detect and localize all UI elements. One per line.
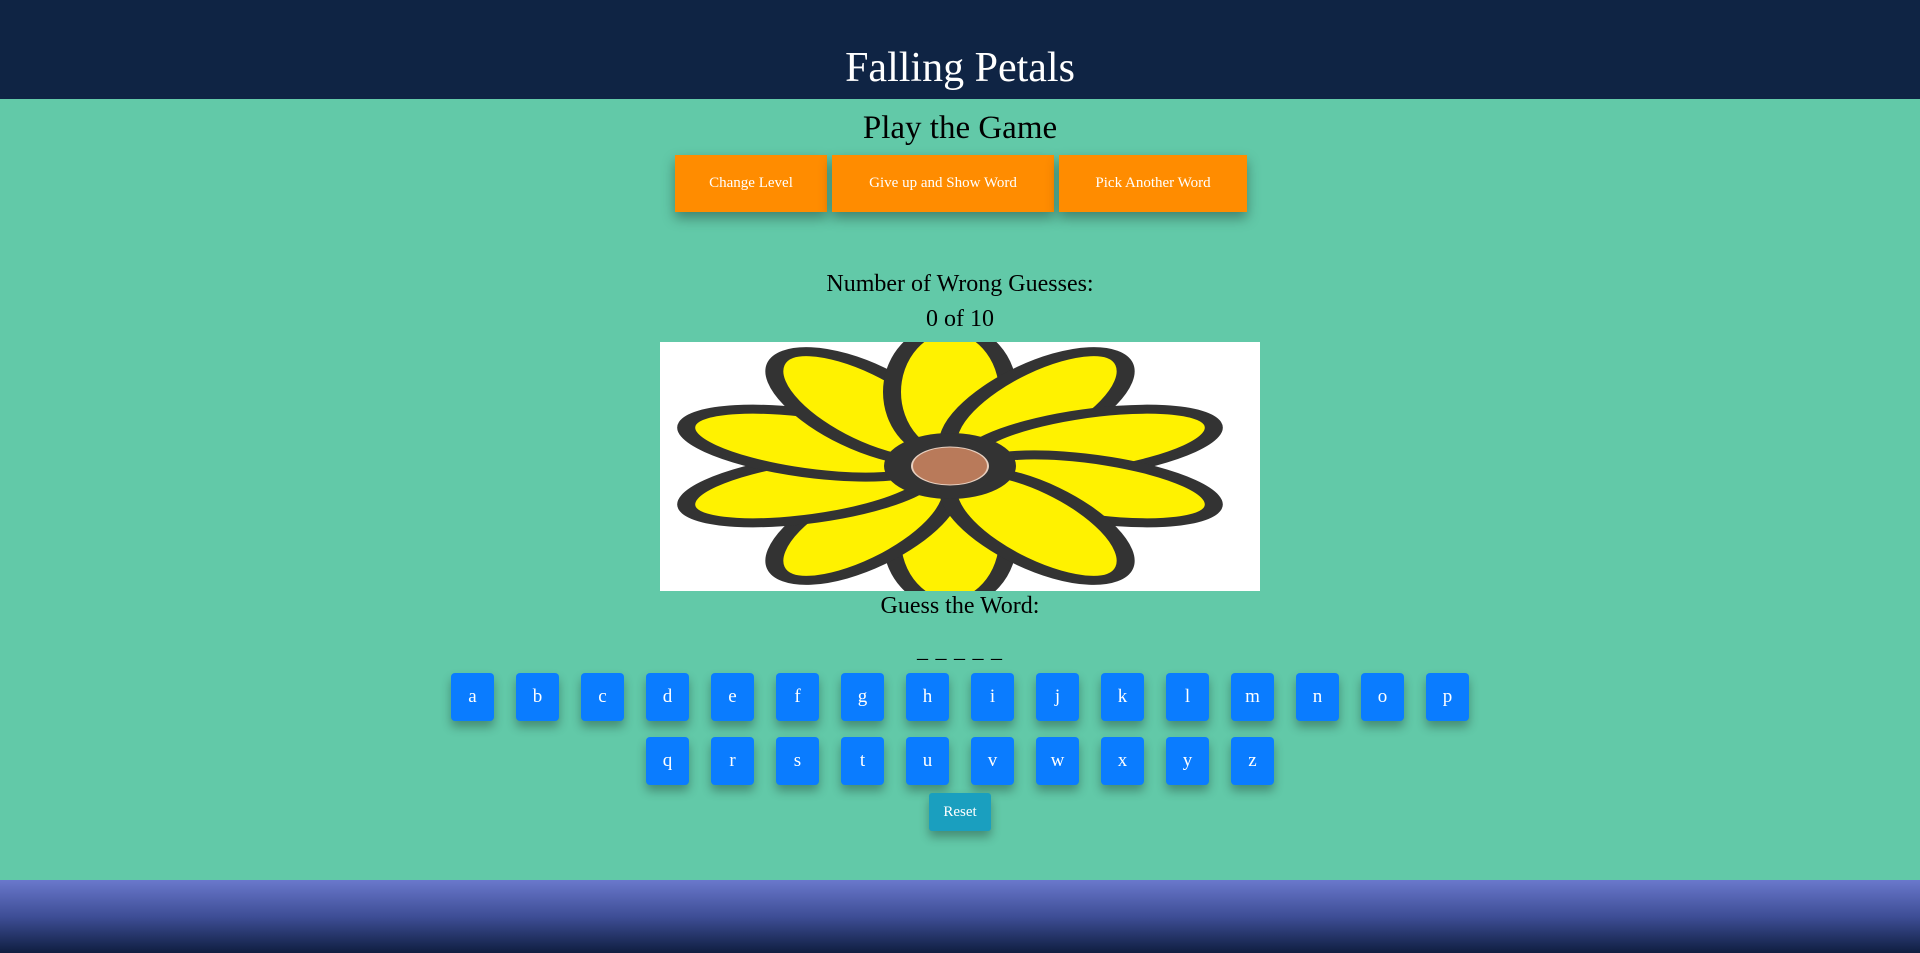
flower-center: [911, 446, 989, 486]
page-title: Falling Petals: [845, 45, 1075, 91]
letter-button-j[interactable]: j: [1036, 673, 1079, 721]
letter-button-c[interactable]: c: [581, 673, 624, 721]
letter-button-e[interactable]: e: [711, 673, 754, 721]
reset-button[interactable]: Reset: [929, 793, 991, 831]
letter-button-n[interactable]: n: [1296, 673, 1339, 721]
letter-button-b[interactable]: b: [516, 673, 559, 721]
letter-button-s[interactable]: s: [776, 737, 819, 785]
letter-button-f[interactable]: f: [776, 673, 819, 721]
flower-illustration: [677, 342, 1223, 591]
letter-button-u[interactable]: u: [906, 737, 949, 785]
letter-button-r[interactable]: r: [711, 737, 754, 785]
letter-button-t[interactable]: t: [841, 737, 884, 785]
letter-row-1: abcdefghijklmnop: [0, 673, 1920, 721]
game-controls: Change Level Give up and Show Word Pick …: [675, 155, 1247, 212]
game-subtitle: Play the Game: [862, 110, 1058, 146]
letter-button-k[interactable]: k: [1101, 673, 1144, 721]
letter-button-y[interactable]: y: [1166, 737, 1209, 785]
letter-button-v[interactable]: v: [971, 737, 1014, 785]
page-header: Falling Petals: [0, 0, 1920, 99]
wrong-guesses-count: 0 of 10: [926, 306, 994, 332]
change-level-button[interactable]: Change Level: [675, 155, 827, 212]
letter-button-a[interactable]: a: [451, 673, 494, 721]
letter-button-d[interactable]: d: [646, 673, 689, 721]
wrong-guesses-label: Number of Wrong Guesses:: [826, 271, 1094, 297]
letter-button-w[interactable]: w: [1036, 737, 1079, 785]
letter-button-p[interactable]: p: [1426, 673, 1469, 721]
letter-button-o[interactable]: o: [1361, 673, 1404, 721]
flower-image: [660, 342, 1260, 591]
letter-button-q[interactable]: q: [646, 737, 689, 785]
letter-row-2: qrstuvwxyz: [0, 737, 1920, 785]
letter-button-l[interactable]: l: [1166, 673, 1209, 721]
letter-button-m[interactable]: m: [1231, 673, 1274, 721]
letter-button-g[interactable]: g: [841, 673, 884, 721]
word-blanks: _ _ _ _ _: [917, 637, 1003, 662]
give-up-button[interactable]: Give up and Show Word: [832, 155, 1054, 212]
pick-another-word-button[interactable]: Pick Another Word: [1059, 155, 1247, 212]
letter-button-x[interactable]: x: [1101, 737, 1144, 785]
page-footer: [0, 880, 1920, 953]
guess-word-label: Guess the Word:: [880, 593, 1040, 619]
letter-button-z[interactable]: z: [1231, 737, 1274, 785]
letter-button-h[interactable]: h: [906, 673, 949, 721]
letter-button-i[interactable]: i: [971, 673, 1014, 721]
